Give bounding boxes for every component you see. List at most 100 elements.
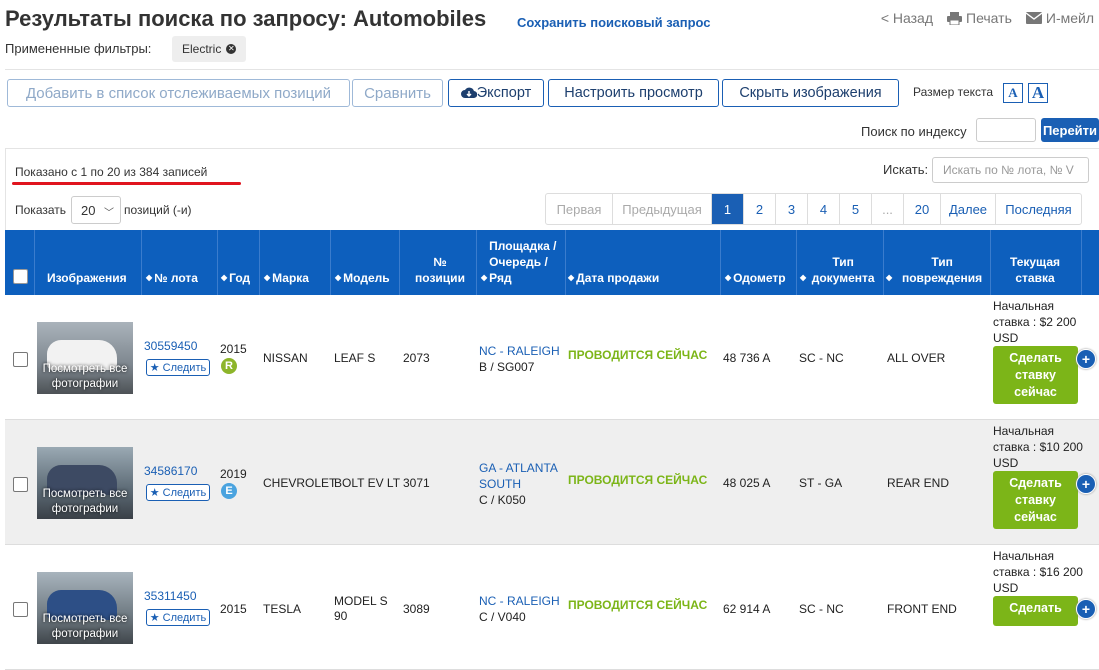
sort-icon: ◆ xyxy=(146,273,153,282)
export-button[interactable]: Экспорт xyxy=(448,79,544,107)
select-all-checkbox[interactable] xyxy=(13,269,28,284)
sale-status: ПРОВОДИТСЯ СЕЙЧАС xyxy=(568,348,708,362)
col-make[interactable]: ◆ Марка xyxy=(260,230,331,295)
make: CHEVROLET xyxy=(263,476,337,490)
text-size-large-button[interactable]: A xyxy=(1028,83,1048,103)
damage: REAR END xyxy=(887,476,950,490)
print-link[interactable]: Печать xyxy=(947,10,1012,26)
lane: C / V040 xyxy=(479,610,526,624)
col-damage[interactable]: ◆ Тип повреждения xyxy=(884,230,991,295)
records-count: Показано с 1 по 20 из 384 записей xyxy=(15,165,208,179)
customize-view-button[interactable]: Настроить просмотр xyxy=(548,79,719,107)
make: NISSAN xyxy=(263,351,308,365)
col-location[interactable]: ◆ Площадка / Очередь / Ряд xyxy=(477,230,566,295)
page-first[interactable]: Первая xyxy=(546,194,613,224)
col-doc-type[interactable]: ◆ Тип документа xyxy=(797,230,884,295)
location: GA - ATLANTA SOUTH C / K050 xyxy=(479,460,561,508)
row-checkbox[interactable] xyxy=(13,602,28,617)
go-button[interactable]: Перейти xyxy=(1041,118,1099,142)
vehicle-photo[interactable]: Посмотреть все фотографии xyxy=(37,322,133,394)
page-4[interactable]: 4 xyxy=(808,194,840,224)
doc-type: SC - NC xyxy=(799,351,844,365)
col-item[interactable]: № позиции xyxy=(400,230,477,295)
filter-chip[interactable]: Electric ✕ xyxy=(172,36,247,62)
plus-icon[interactable]: + xyxy=(1076,474,1096,494)
compare-button[interactable]: Сравнить xyxy=(352,79,443,107)
sort-icon: ◆ xyxy=(335,273,342,282)
plus-icon[interactable]: + xyxy=(1076,349,1096,369)
follow-button[interactable]: ★ Следить xyxy=(146,484,210,501)
add-to-watchlist-button[interactable]: Добавить в список отслеживаемых позиций xyxy=(7,79,350,107)
lane: C / K050 xyxy=(479,493,526,507)
email-link[interactable]: И-мейл xyxy=(1025,10,1094,26)
col-current-bid[interactable]: Текущая ставка xyxy=(991,230,1082,295)
text-size-small-button[interactable]: A xyxy=(1003,83,1023,103)
divider xyxy=(5,69,1099,70)
pagination: Первая Предыдущая 1 2 3 4 5 ... 20 Далее… xyxy=(545,193,1082,225)
divider xyxy=(5,148,6,230)
page-5[interactable]: 5 xyxy=(840,194,872,224)
table-row[interactable]: Посмотреть все фотографии 35311450 ★ След… xyxy=(5,545,1099,670)
page-3[interactable]: 3 xyxy=(776,194,808,224)
page-size-value: 20 xyxy=(81,202,96,218)
bid-now-button[interactable]: Сделать ставку сейчас xyxy=(993,346,1078,404)
lot-number-link[interactable]: 35311450 xyxy=(144,589,197,603)
divider xyxy=(5,148,1099,149)
envelope-icon xyxy=(1025,12,1042,24)
follow-button[interactable]: ★ Следить xyxy=(146,359,210,376)
plus-icon[interactable]: + xyxy=(1076,599,1096,619)
highlight-underline xyxy=(12,182,241,185)
hide-images-button[interactable]: Скрыть изображения xyxy=(722,79,899,107)
sort-icon: ◆ xyxy=(481,273,488,282)
location: NC - RALEIGH B / SG007 xyxy=(479,343,560,375)
row-checkbox[interactable] xyxy=(13,352,28,367)
page-title: Результаты поиска по запросу: Automobile… xyxy=(5,6,487,31)
page-last[interactable]: Последняя xyxy=(996,194,1081,224)
location: NC - RALEIGH C / V040 xyxy=(479,593,560,625)
sort-icon: ◆ xyxy=(725,273,732,282)
sale-status: ПРОВОДИТСЯ СЕЙЧАС xyxy=(568,598,708,612)
follow-button[interactable]: ★ Следить xyxy=(146,609,210,626)
col-year[interactable]: ◆ Год xyxy=(218,230,260,295)
col-images[interactable]: Изображения xyxy=(35,230,142,295)
index-search-label: Поиск по индексу xyxy=(861,124,967,139)
index-search-input[interactable] xyxy=(976,118,1036,142)
doc-type: SC - NC xyxy=(799,602,844,616)
col-odometer[interactable]: ◆ Одометр xyxy=(721,230,797,295)
filters-label: Примененные фильтры: xyxy=(5,41,152,56)
chevron-down-icon: ﹀ xyxy=(104,208,114,219)
location-link[interactable]: NC - RALEIGH xyxy=(479,593,560,609)
back-link[interactable]: < Назад xyxy=(881,10,933,26)
bid-now-button[interactable]: Сделать ставку сейчас xyxy=(993,471,1078,529)
location-link[interactable]: NC - RALEIGH xyxy=(479,343,560,359)
lot-number-link[interactable]: 34586170 xyxy=(144,464,197,478)
odometer: 48 736 A xyxy=(723,351,771,365)
row-checkbox[interactable] xyxy=(13,477,28,492)
model: MODEL S 90 xyxy=(334,594,388,623)
table-row[interactable]: Посмотреть все фотографии 30559450 ★ След… xyxy=(5,295,1099,420)
item-number: 2073 xyxy=(403,351,430,365)
vehicle-photo[interactable]: Посмотреть все фотографии xyxy=(37,572,133,644)
col-sale-date[interactable]: ◆ Дата продажи xyxy=(566,230,721,295)
page-size-select[interactable]: 20 ﹀ xyxy=(71,196,121,224)
odometer: 48 025 A xyxy=(723,476,771,490)
lot-number-link[interactable]: 30559450 xyxy=(144,339,197,353)
page-2[interactable]: 2 xyxy=(744,194,776,224)
col-model[interactable]: ◆ Модель xyxy=(331,230,400,295)
page-next[interactable]: Далее xyxy=(941,194,996,224)
sort-icon: ◆ xyxy=(800,273,807,282)
save-query-link[interactable]: Сохранить поисковый запрос xyxy=(517,15,711,30)
badge-r-icon: R xyxy=(221,358,237,374)
item-number: 3089 xyxy=(403,602,430,616)
filter-chip-label: Electric xyxy=(182,42,222,56)
location-link[interactable]: GA - ATLANTA SOUTH xyxy=(479,460,561,492)
model: BOLT EV LT xyxy=(334,476,401,490)
page-1[interactable]: 1 xyxy=(712,194,744,224)
page-20[interactable]: 20 xyxy=(904,194,941,224)
search-input[interactable]: Искать по № лота, № V xyxy=(932,157,1089,183)
table-row[interactable]: Посмотреть все фотографии 34586170 ★ След… xyxy=(5,420,1099,545)
page-previous[interactable]: Предыдущая xyxy=(613,194,712,224)
remove-filter-icon[interactable]: ✕ xyxy=(226,44,237,54)
col-lot[interactable]: ◆ № лота xyxy=(142,230,218,295)
vehicle-photo[interactable]: Посмотреть все фотографии xyxy=(37,447,133,519)
